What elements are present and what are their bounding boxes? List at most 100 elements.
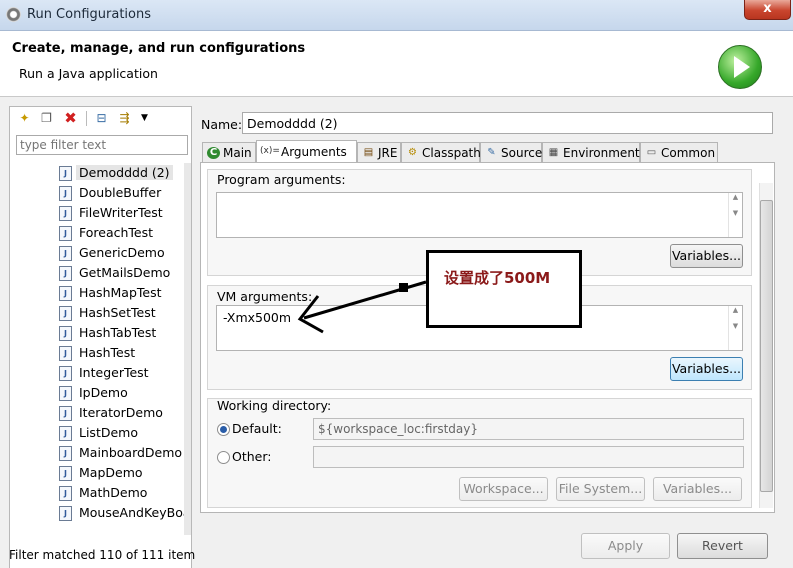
default-label: Default:	[232, 421, 282, 436]
tab-bar: C Main (x)= Arguments ▤ JRE ⚙ Classpath …	[200, 140, 774, 163]
toolbar-divider	[86, 111, 87, 126]
program-arguments-input[interactable]: ▲ ▼	[216, 192, 743, 238]
other-directory-field[interactable]	[313, 446, 744, 468]
tab-environment[interactable]: ▦ Environment	[542, 142, 640, 162]
tab-common[interactable]: ▭ Common	[640, 142, 718, 162]
other-radio[interactable]	[217, 451, 230, 464]
list-item[interactable]: J MapDemo	[55, 463, 190, 483]
close-button[interactable]: x	[744, 0, 791, 20]
java-application-icon: J	[59, 326, 72, 341]
list-item-label: GetMailsDemo	[79, 265, 171, 280]
java-application-icon: J	[59, 446, 72, 461]
tree-scrollbar[interactable]	[184, 163, 191, 535]
list-item-label: HashTabTest	[79, 325, 157, 340]
java-application-icon: J	[59, 226, 72, 241]
list-item-label: IteratorDemo	[79, 405, 163, 420]
dialog-header: Create, manage, and run configurations R…	[0, 31, 793, 97]
list-item-label: MouseAndKeyBoa	[79, 505, 191, 520]
workspace-button[interactable]: Workspace...	[459, 477, 548, 501]
java-application-icon: J	[59, 466, 72, 481]
collapse-all-icon[interactable]: ⊟	[93, 110, 110, 127]
scrollbar-thumb[interactable]	[760, 200, 773, 492]
configuration-tree: J Demodddd (2) J DoubleBuffer J FileWriterTes…	[55, 163, 191, 523]
list-item[interactable]: J DoubleBuffer	[55, 183, 190, 203]
java-application-icon: J	[59, 206, 72, 221]
java-application-icon: J	[59, 406, 72, 421]
tab-main[interactable]: C Main	[202, 142, 256, 162]
tab-source-label: Source	[501, 146, 543, 160]
list-item-label: MainboardDemo	[79, 445, 183, 460]
list-item[interactable]: J IpDemo	[55, 383, 190, 403]
list-item[interactable]: J FileWriterTest	[55, 203, 190, 223]
new-configuration-icon[interactable]: ✦	[16, 110, 33, 127]
list-item-label: IpDemo	[79, 385, 128, 400]
java-application-icon: J	[59, 426, 72, 441]
list-item-label: DoubleBuffer	[79, 185, 162, 200]
java-application-icon: J	[59, 306, 72, 321]
list-item[interactable]: J GetMailsDemo	[55, 263, 190, 283]
chevron-down-icon[interactable]: ▼	[136, 110, 153, 127]
program-arguments-scrollbar[interactable]: ▲ ▼	[728, 193, 742, 237]
other-label: Other:	[232, 449, 272, 464]
list-item[interactable]: J HashTest	[55, 343, 190, 363]
list-item[interactable]: J MathDemo	[55, 483, 190, 503]
list-item[interactable]: J HashTabTest	[55, 323, 190, 343]
list-item-label: FileWriterTest	[79, 205, 163, 220]
list-item-label: HashSetTest	[79, 305, 156, 320]
duplicate-icon[interactable]: ❐	[38, 110, 55, 127]
list-item[interactable]: J MouseAndKeyBoa	[55, 503, 191, 523]
list-item[interactable]: J IntegerTest	[55, 363, 190, 383]
list-item[interactable]: J MainboardDemo	[55, 443, 190, 463]
tab-arguments-label: Arguments	[281, 145, 347, 159]
delete-icon[interactable]: ✖	[62, 110, 79, 127]
configuration-list-panel: ✦ ❐ ✖ ⊟ ⇶ ▼ JDemodddd (2)JDoubleBufferJF…	[9, 106, 192, 568]
dialog-subtitle: Run a Java application	[19, 66, 158, 81]
vm-arguments-value: -Xmx500m	[223, 310, 292, 325]
arguments-tab-icon: (x)=	[260, 146, 280, 156]
common-tab-icon: ▭	[646, 147, 657, 158]
tab-jre[interactable]: ▤ JRE	[357, 142, 401, 162]
vm-variables-button[interactable]: Variables...	[670, 357, 743, 381]
working-directory-group: Working directory: Default: ${workspace_…	[207, 398, 752, 508]
java-application-icon: J	[59, 266, 72, 281]
default-directory-field: ${workspace_loc:firstday}	[313, 418, 744, 440]
title-bar: Run Configurations x	[0, 0, 793, 31]
list-item-label: IntegerTest	[79, 365, 149, 380]
list-item[interactable]: J IteratorDemo	[55, 403, 190, 423]
filter-input[interactable]	[16, 135, 188, 155]
list-item[interactable]: J HashSetTest	[55, 303, 190, 323]
list-item-label: MapDemo	[79, 465, 143, 480]
main-tab-icon: C	[207, 147, 220, 159]
tab-jre-label: JRE	[378, 146, 398, 160]
file-system-button[interactable]: File System...	[556, 477, 645, 501]
arguments-tab-content: Program arguments: ▲ ▼ Variables... VM ar…	[200, 162, 775, 513]
list-item-label: GenericDemo	[79, 245, 165, 260]
list-item[interactable]: J GenericDemo	[55, 243, 190, 263]
java-application-icon: J	[59, 286, 72, 301]
working-dir-variables-button[interactable]: Variables...	[653, 477, 742, 501]
list-item[interactable]: J ForeachTest	[55, 223, 190, 243]
tab-source[interactable]: ✎ Source	[480, 142, 542, 162]
apply-button[interactable]: Apply	[581, 533, 670, 559]
working-directory-label: Working directory:	[217, 398, 332, 413]
program-arguments-label: Program arguments:	[217, 172, 346, 187]
list-item[interactable]: J ListDemo	[55, 423, 190, 443]
name-input[interactable]	[242, 112, 773, 134]
vm-arguments-label: VM arguments:	[217, 289, 313, 304]
program-variables-button[interactable]: Variables...	[670, 244, 743, 268]
list-item[interactable]: J Demodddd (2)	[55, 163, 190, 183]
tab-main-label: Main	[223, 146, 252, 160]
java-application-icon: J	[59, 506, 72, 521]
vm-arguments-scrollbar[interactable]: ▲ ▼	[728, 306, 742, 350]
filter-icon[interactable]: ⇶	[116, 110, 133, 127]
environment-tab-icon: ▦	[548, 147, 559, 158]
tab-arguments[interactable]: (x)= Arguments	[256, 140, 357, 163]
list-item-label: ListDemo	[79, 425, 138, 440]
play-triangle-icon	[734, 56, 750, 78]
gear-icon	[6, 7, 21, 22]
java-application-icon: J	[59, 186, 72, 201]
list-item[interactable]: J HashMapTest	[55, 283, 190, 303]
revert-button[interactable]: Revert	[677, 533, 768, 559]
tab-classpath[interactable]: ⚙ Classpath	[401, 142, 481, 162]
default-radio[interactable]	[217, 423, 230, 436]
